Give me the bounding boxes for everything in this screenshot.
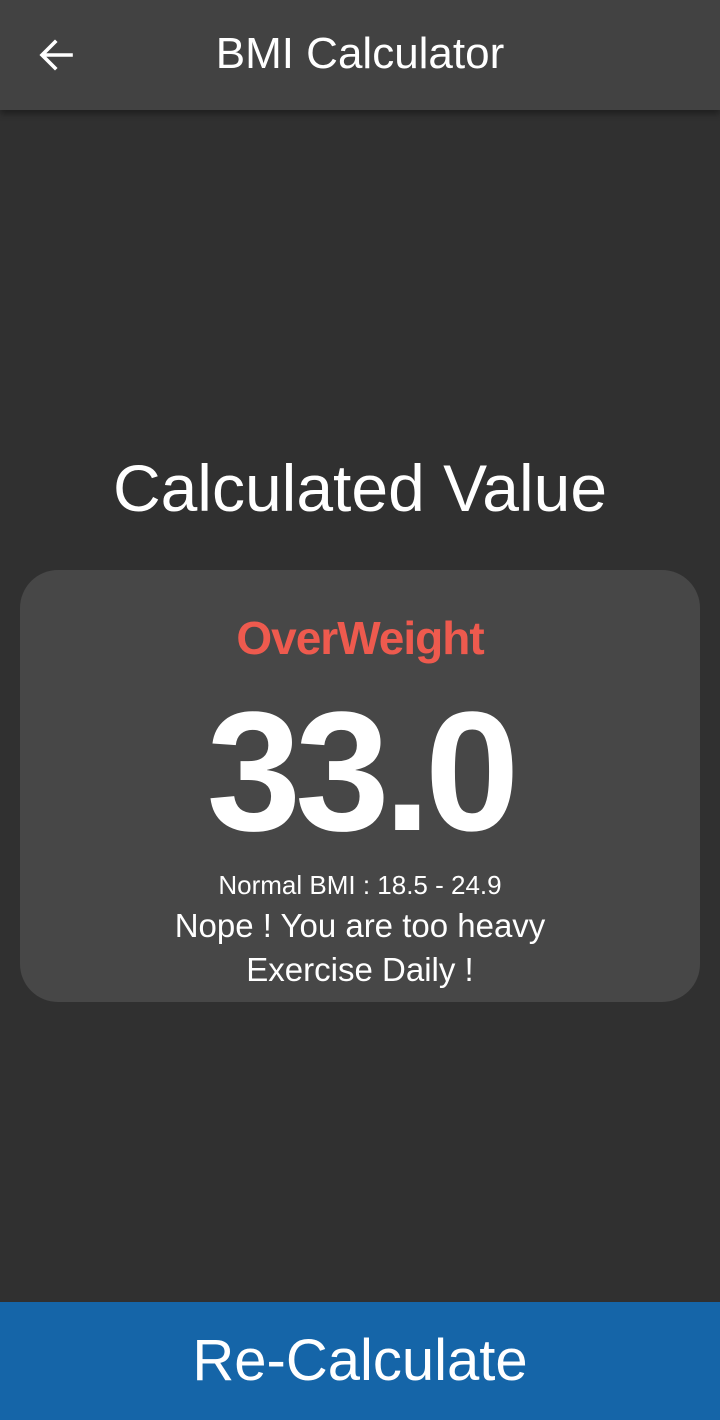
- advice-text-line: Exercise Daily !: [246, 951, 474, 988]
- bmi-result-screen: BMI Calculator Calculated Value OverWeig…: [0, 0, 720, 1420]
- result-heading: Calculated Value: [112, 451, 608, 525]
- bmi-status-label: OverWeight: [236, 612, 484, 664]
- advice-text-line: Nope ! You are too heavy: [174, 907, 546, 944]
- normal-bmi-range: Normal BMI : 18.5 - 24.9: [218, 870, 502, 900]
- bmi-value: 33.0: [206, 677, 520, 867]
- recalculate-button[interactable]: Re-Calculate: [0, 1302, 720, 1420]
- app-bar: BMI Calculator: [0, 0, 720, 110]
- result-card: OverWeight 33.0 Normal BMI : 18.5 - 24.9…: [20, 570, 700, 1002]
- arrow-left-icon: [38, 37, 74, 73]
- recalculate-button-label: Re-Calculate: [192, 1328, 528, 1393]
- app-title: BMI Calculator: [215, 29, 505, 78]
- back-button[interactable]: [28, 27, 84, 83]
